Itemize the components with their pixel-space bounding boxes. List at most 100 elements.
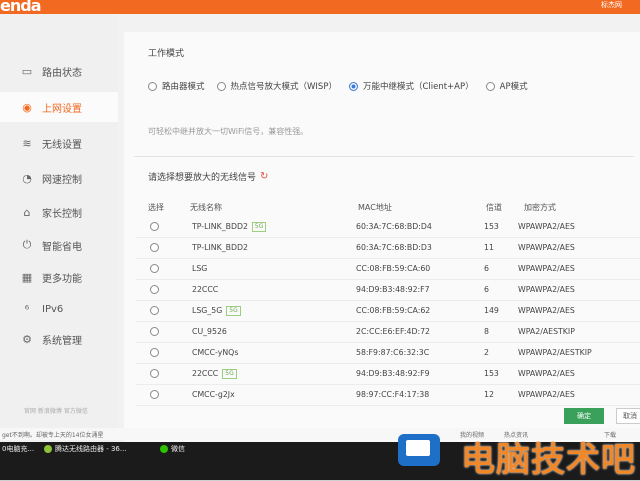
table-row[interactable]: 22CCC 5G 94:D9:B3:48:92:F9 153 WPAWPA2/AES [136, 363, 640, 385]
taskbar-label: 0电脑充... [2, 445, 35, 453]
sidebar-item-wireless-settings[interactable]: ≋ 无线设置 [0, 128, 118, 158]
security-cell: WPAWPA2/AES [518, 264, 575, 273]
speed-icon: ◔ [22, 171, 32, 185]
channel-cell: 8 [484, 327, 489, 336]
radio-button[interactable] [150, 222, 159, 231]
radio-button[interactable] [150, 243, 159, 252]
ssid-cell: LSG_5G 5G [192, 306, 241, 316]
radio-button[interactable] [485, 81, 495, 91]
refresh-icon[interactable]: ↻ [260, 171, 268, 182]
top-bar: enda 标杰网 [0, 0, 640, 15]
ssid-text: TP-LINK_BDD2 [192, 222, 248, 231]
ssid-text: CMCC-g2Jx [192, 390, 235, 399]
sidebar-item-internet-settings[interactable]: ◉ 上网设置 [0, 92, 118, 122]
mac-cell: CC:08:FB:59:CA:60 [356, 264, 431, 273]
table-header: 选择 无线名称 MAC地址 信道 加密方式 [136, 200, 640, 216]
sidebar-item-label: 更多功能 [42, 273, 82, 285]
taskbar-item-1[interactable]: 0电脑充... [2, 442, 34, 456]
ssid-text: LSG [192, 264, 208, 273]
mode-wisp[interactable]: 热点信号放大模式（WISP） [216, 80, 337, 92]
table-row[interactable]: CU_9526 2C:CC:E6:EF:4D:72 8 WPA2/AESTKIP [136, 321, 640, 343]
work-mode-options: 路由器模式 热点信号放大模式（WISP） 万能中继模式（Client+AP） A… [148, 80, 540, 92]
sidebar-item-more-features[interactable]: ▦ 更多功能 [0, 262, 118, 292]
mac-cell: 98:97:CC:F4:17:38 [356, 390, 430, 399]
mode-ap[interactable]: AP模式 [485, 80, 528, 92]
wifi-icon: ≋ [22, 136, 32, 150]
mode-client-ap[interactable]: 万能中继模式（Client+AP） [348, 80, 474, 92]
sidebar-item-power-saving[interactable]: ⏻ 智能省电 [0, 230, 118, 260]
radio-button[interactable] [150, 348, 159, 357]
radio-button[interactable] [216, 81, 226, 91]
sidebar-item-ipv6[interactable]: ⁶ IPv6 [0, 294, 118, 324]
cancel-button[interactable]: 取消 [616, 408, 640, 424]
sidebar-footer-links[interactable]: 官网 新浪微博 官方微信 [24, 406, 88, 415]
security-cell: WPAWPA2/AES [518, 306, 575, 315]
grid-icon: ▦ [21, 270, 33, 284]
radio-button[interactable] [150, 285, 159, 294]
channel-cell: 6 [484, 264, 489, 273]
band-badge: 5G [222, 369, 237, 379]
mode-label: 热点信号放大模式（WISP） [230, 82, 337, 92]
table-row[interactable]: TP-LINK_BDD2 5G 60:3A:7C:68:BD:D4 153 WPAWPA… [136, 216, 640, 238]
sidebar-item-speed-control[interactable]: ◔ 网速控制 [0, 163, 118, 193]
radio-button[interactable] [148, 81, 157, 91]
sidebar-item-label: 上网设置 [42, 103, 82, 115]
ssid-cell: CU_9526 [192, 327, 227, 336]
mac-cell: 60:3A:7C:68:BD:D4 [356, 222, 432, 231]
ssid-text: 22CCC [192, 285, 219, 294]
ssid-text: LSG_5G [192, 306, 223, 315]
radio-button[interactable] [150, 264, 159, 273]
table-row[interactable]: LSG_5G 5G CC:08:FB:59:CA:62 149 WPAWPA2/AES [136, 300, 640, 322]
mac-cell: 94:D9:B3:48:92:F7 [356, 285, 430, 294]
mode-label: 万能中继模式（Client+AP） [362, 82, 474, 92]
col-channel: 信道 [486, 203, 502, 212]
mac-cell: CC:08:FB:59:CA:62 [356, 306, 431, 315]
sidebar: ▭ 路由状态 ◉ 上网设置 ≋ 无线设置 ◔ 网速控制 ⌂ 家长控制 ⏻ 智能省… [0, 14, 118, 442]
radio-button[interactable] [150, 306, 159, 315]
sidebar-item-label: 家长控制 [42, 208, 82, 220]
watermark-logo-icon [398, 434, 440, 466]
monitor-icon: ▭ [21, 64, 33, 78]
home-icon: ⌂ [23, 205, 31, 219]
ssid-text: TP-LINK_BDD2 [192, 243, 248, 252]
sidebar-item-label: 智能省电 [42, 241, 82, 253]
user-label[interactable]: 标杰网 [601, 0, 622, 10]
table-row[interactable]: TP-LINK_BDD2 60:3A:7C:68:BD:D3 11 WPAWPA2/A… [136, 237, 640, 259]
radio-button[interactable] [150, 369, 159, 378]
table-row[interactable]: CMCC-g2Jx 98:97:CC:F4:17:38 12 WPAWPA2/AES [136, 384, 640, 406]
radio-button[interactable] [150, 327, 159, 336]
mode-router[interactable]: 路由器模式 [148, 80, 205, 92]
sidebar-item-label: IPv6 [42, 303, 64, 315]
channel-cell: 153 [484, 369, 499, 378]
col-security: 加密方式 [524, 203, 556, 212]
sidebar-item-label: 无线设置 [42, 139, 82, 151]
sidebar-item-label: 系统管理 [42, 335, 82, 347]
ssid-cell: TP-LINK_BDD2 [192, 243, 248, 252]
browser-icon [44, 445, 52, 453]
col-ssid: 无线名称 [190, 203, 222, 212]
table-row[interactable]: LSG CC:08:FB:59:CA:60 6 WPAWPA2/AES [136, 258, 640, 280]
ok-button[interactable]: 确定 [564, 408, 604, 424]
table-row[interactable]: 22CCC 94:D9:B3:48:92:F7 6 WPAWPA2/AES [136, 279, 640, 301]
table-row[interactable]: CMCC-yNQs 58:F9:87:C6:32:3C 2 WPAWPA2/AESTK… [136, 342, 640, 364]
sidebar-item-parental-control[interactable]: ⌂ 家长控制 [0, 197, 118, 227]
work-mode-title: 工作模式 [148, 49, 185, 59]
ssid-cell: TP-LINK_BDD2 5G [192, 222, 267, 232]
channel-cell: 2 [484, 348, 489, 357]
sidebar-item-router-status[interactable]: ▭ 路由状态 [0, 56, 118, 86]
channel-cell: 153 [484, 222, 499, 231]
watermark-text: 电脑技术吧 [461, 440, 636, 480]
mode-label: AP模式 [499, 82, 528, 92]
taskbar-item-browser[interactable]: 腾达无线路由器 - 36... [44, 442, 127, 456]
news-headline[interactable]: get不到啊。却被专上天的14位女涌星 [2, 430, 104, 439]
ssid-cell: CMCC-g2Jx [192, 390, 235, 399]
radio-button-selected[interactable] [348, 81, 358, 91]
col-select: 选择 [148, 203, 164, 212]
mac-cell: 60:3A:7C:68:BD:D3 [356, 243, 432, 252]
radio-button[interactable] [150, 390, 159, 399]
sidebar-item-system-management[interactable]: ⚙ 系统管理 [0, 324, 118, 354]
ssid-cell: 22CCC [192, 285, 218, 294]
taskbar-item-wechat[interactable]: 微信 [160, 442, 185, 456]
mac-cell: 58:F9:87:C6:32:3C [356, 348, 430, 357]
mode-label: 路由器模式 [162, 82, 205, 92]
